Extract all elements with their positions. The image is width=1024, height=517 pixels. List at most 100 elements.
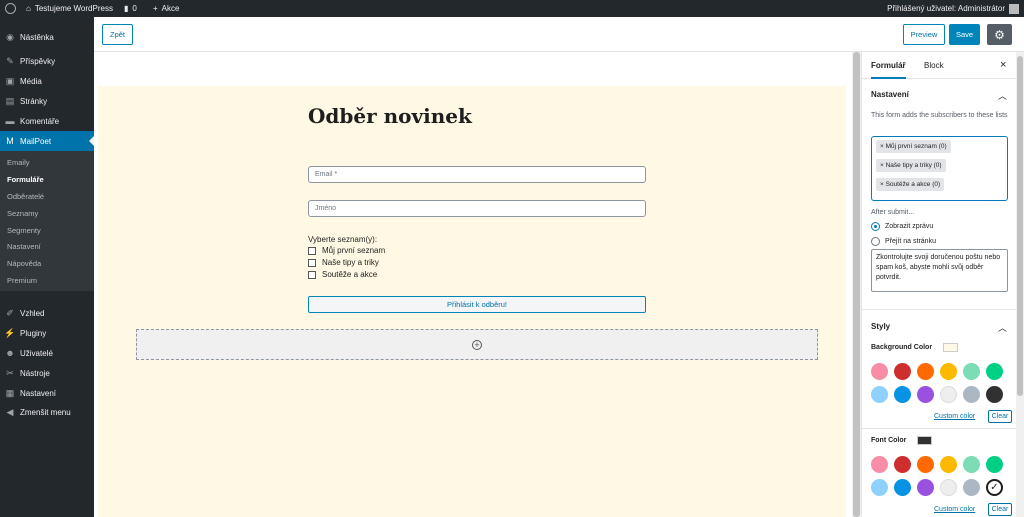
color-swatch[interactable] — [940, 479, 957, 496]
list-token[interactable]: × Naše tipy a triky (0) — [876, 159, 946, 172]
brush-icon: ✐ — [6, 307, 14, 318]
email-field[interactable]: Email * — [308, 166, 646, 183]
save-button[interactable]: Save — [949, 24, 980, 45]
comments-link[interactable]: ▮ 0 — [124, 0, 137, 17]
editor-toolbar: Zpět Preview Save ⚙ — [94, 17, 1024, 52]
clear-button[interactable]: Clear — [988, 503, 1012, 516]
user-account-link[interactable]: Přihlášený uživatel: Administrátor — [887, 0, 1019, 17]
color-swatch[interactable] — [986, 456, 1003, 473]
color-swatch[interactable] — [986, 386, 1003, 403]
chevron-up-icon[interactable]: ︿ — [998, 321, 1007, 334]
radio-show-message[interactable]: Zobrazit zprávu — [871, 222, 933, 231]
site-name-label: Testujeme WordPress — [34, 4, 113, 13]
close-icon[interactable]: × — [1000, 52, 1006, 79]
settings-section-title[interactable]: Nastavení — [871, 90, 909, 99]
canvas-scrollbar[interactable] — [852, 52, 861, 517]
success-message-textarea[interactable]: Zkontrolujte svoji doručenou poštu nebo … — [871, 249, 1008, 292]
color-swatch[interactable] — [917, 479, 934, 496]
settings-icon: ▦ — [5, 387, 15, 398]
color-swatch[interactable] — [963, 363, 980, 380]
color-swatch[interactable] — [986, 363, 1003, 380]
back-button[interactable]: Zpět — [102, 24, 133, 45]
list-token[interactable]: × Soutěže a akce (0) — [876, 178, 945, 191]
color-swatch[interactable] — [871, 386, 888, 403]
list-checkbox[interactable]: Soutěže a akce — [308, 270, 377, 279]
list-checkbox[interactable]: Naše tipy a triky — [308, 258, 379, 267]
chevron-up-icon[interactable]: ︿ — [998, 89, 1007, 102]
list-checkbox[interactable]: Můj první seznam — [308, 246, 385, 255]
color-swatch[interactable] — [917, 456, 934, 473]
radio-icon — [871, 237, 880, 246]
styles-section-title[interactable]: Styly — [871, 322, 890, 331]
plus-icon: + — [153, 4, 158, 13]
menu-item-posts[interactable]: ✎ Příspěvky — [0, 51, 94, 71]
submenu-forms[interactable]: Formuláře — [7, 175, 44, 184]
color-swatch[interactable] — [917, 386, 934, 403]
submenu-emails[interactable]: Emaily — [7, 158, 30, 167]
custom-color-link[interactable]: Custom color — [934, 506, 975, 513]
color-swatch[interactable] — [871, 479, 888, 496]
color-swatch[interactable] — [963, 456, 980, 473]
color-swatch[interactable] — [963, 386, 980, 403]
radio-go-to-page[interactable]: Přejít na stránku — [871, 237, 936, 246]
gear-icon: ⚙ — [994, 27, 1005, 42]
color-swatch[interactable]: ✓ — [986, 479, 1003, 496]
menu-item-dashboard[interactable]: ◉ Nástěnka — [0, 27, 94, 47]
preview-button[interactable]: Preview — [903, 24, 945, 45]
add-block-icon[interactable]: + — [472, 339, 482, 350]
color-swatch[interactable] — [894, 456, 911, 473]
panel-scrollbar[interactable] — [1016, 52, 1024, 517]
menu-item-pages[interactable]: ▤ Stránky — [0, 91, 94, 111]
list-token[interactable]: × Můj první seznam (0) — [876, 140, 951, 153]
submenu-settings[interactable]: Nastavení — [7, 242, 41, 251]
color-swatch[interactable] — [940, 363, 957, 380]
admin-sidebar: ◉ Nástěnka ✎ Příspěvky ▣ Média ▤ Stránky ▬ Ko… — [0, 17, 94, 517]
color-swatch[interactable] — [871, 363, 888, 380]
menu-item-collapse[interactable]: ◀ Zmenšit menu — [0, 402, 94, 422]
tab-block[interactable]: Block — [924, 52, 944, 79]
wordpress-logo-icon[interactable] — [5, 0, 16, 17]
menu-item-appearance[interactable]: ✐ Vzhled — [0, 303, 94, 323]
color-swatch[interactable] — [894, 363, 911, 380]
comments-count: 0 — [132, 4, 137, 13]
color-swatch[interactable] — [917, 363, 934, 380]
name-field[interactable]: Jméno — [308, 200, 646, 217]
settings-gear-button[interactable]: ⚙ — [987, 24, 1012, 45]
submenu-lists[interactable]: Seznamy — [7, 209, 38, 218]
menu-label: Pluginy — [20, 328, 47, 338]
menu-label: Zmenšit menu — [20, 407, 71, 417]
list-checkbox-label: Soutěže a akce — [322, 270, 378, 279]
media-icon: ▣ — [5, 75, 15, 86]
site-name-link[interactable]: ⌂ Testujeme WordPress — [26, 0, 113, 17]
menu-item-mailpoet[interactable]: M MailPoet — [0, 131, 94, 151]
menu-item-comments[interactable]: ▬ Komentáře — [0, 111, 94, 131]
lists-token-field[interactable]: × Můj první seznam (0) × Naše tipy a tri… — [871, 136, 1008, 201]
color-swatch[interactable] — [963, 479, 980, 496]
comment-icon: ▬ — [5, 116, 15, 126]
color-swatch[interactable] — [894, 479, 911, 496]
radio-label: Přejít na stránku — [885, 238, 936, 245]
color-swatch[interactable] — [940, 456, 957, 473]
color-swatch[interactable] — [894, 386, 911, 403]
menu-item-users[interactable]: ☻ Uživatelé — [0, 343, 94, 363]
submenu-subscribers[interactable]: Odběratelé — [7, 192, 44, 201]
subscribe-button[interactable]: Přihlásit k odběru! — [308, 296, 646, 313]
color-swatch[interactable] — [871, 456, 888, 473]
submenu-segments[interactable]: Segmenty — [7, 226, 41, 235]
menu-item-tools[interactable]: ✂ Nástroje — [0, 363, 94, 383]
checkbox-icon — [308, 258, 316, 267]
submenu-premium[interactable]: Premium — [7, 276, 37, 285]
color-swatch[interactable] — [940, 386, 957, 403]
clear-button[interactable]: Clear — [988, 410, 1012, 423]
menu-item-settings[interactable]: ▦ Nastavení — [0, 383, 94, 403]
dashboard-icon: ◉ — [6, 31, 14, 42]
menu-item-media[interactable]: ▣ Média — [0, 71, 94, 91]
form-heading[interactable]: Odběr novinek — [308, 104, 472, 128]
tab-form[interactable]: Formulář — [871, 52, 906, 79]
submenu-help[interactable]: Nápověda — [7, 259, 41, 268]
new-content-link[interactable]: + Akce — [153, 0, 179, 17]
block-appender[interactable]: + — [136, 329, 818, 360]
custom-color-link[interactable]: Custom color — [934, 413, 975, 420]
pin-icon: ✎ — [6, 55, 14, 66]
menu-item-plugins[interactable]: ⚡ Pluginy — [0, 323, 94, 343]
